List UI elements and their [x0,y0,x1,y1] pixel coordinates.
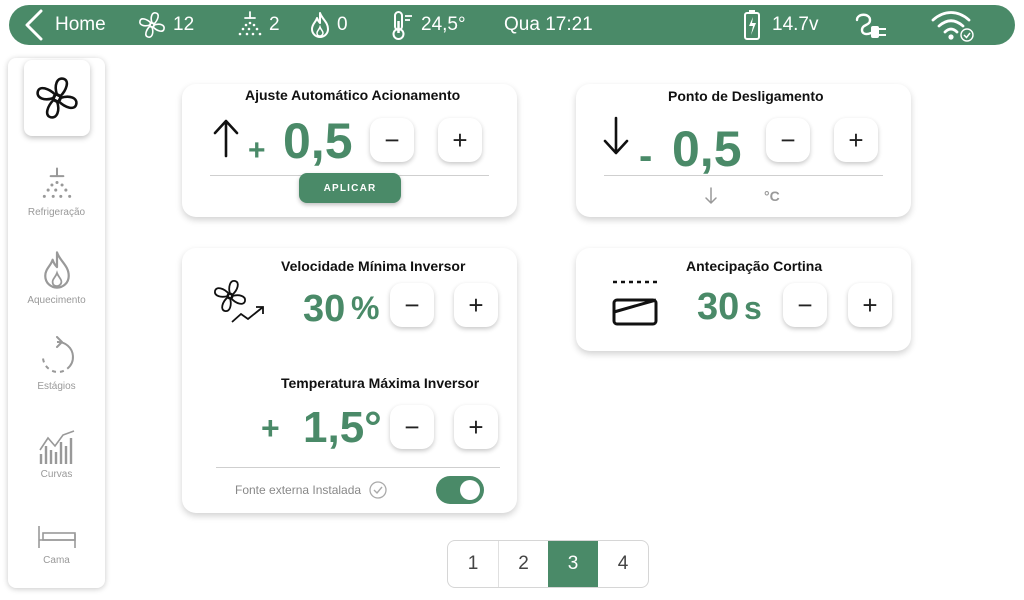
page-button-4[interactable]: 4 [598,541,648,587]
increase-button[interactable]: + [454,283,498,327]
decrease-button[interactable]: − [766,118,810,162]
page-button-2[interactable]: 2 [498,541,548,587]
sidebar-item-label: Estágios [37,381,76,392]
chart-icon [38,430,74,464]
check-circle-icon [369,481,387,499]
auto-adjust-card: Ajuste Automático Acionamento + 0,5 − + … [182,84,517,217]
max-temp-sign: + [261,410,280,446]
fan-icon [139,12,165,38]
temperature-unit: °C [764,188,780,204]
battery-voltage: 14.7v [772,14,819,35]
cooling-indicator: 2 [237,5,280,45]
max-temp-title: Temperatura Máxima Inversor [281,375,480,391]
shutdown-sign: - [639,134,653,178]
increase-button[interactable]: + [454,405,498,449]
decrease-button[interactable]: − [390,405,434,449]
curtain-unit: s [744,290,762,326]
home-button[interactable]: Home [23,5,106,45]
heating-indicator: 0 [309,5,348,45]
thermometer-icon [392,11,412,40]
pagination: 1 2 3 4 [447,540,649,588]
fans-count: 12 [173,14,195,35]
flame-icon [43,251,70,289]
shutdown-value: 0,5 [672,121,742,177]
power-indicator [854,5,890,45]
power-plug-icon [855,13,886,38]
temperature-value: 24,5° [421,14,466,35]
min-speed-unit: % [351,290,380,326]
arrow-up-icon [213,119,239,158]
toggle-knob [460,480,480,500]
increase-button[interactable]: + [848,283,892,327]
sidebar-item-stages[interactable]: Estágios [8,336,105,392]
temperature-indicator: 24,5° [389,5,466,45]
apply-button[interactable]: APLICAR [299,173,401,203]
sidebar-item-label: Cama [43,555,70,566]
refresh-icon [41,336,74,373]
increase-button[interactable]: + [834,118,878,162]
fan-speed-icon [214,280,264,323]
cooling-count: 2 [269,14,280,35]
page-button-1[interactable]: 1 [448,541,498,587]
external-source-toggle[interactable] [436,476,484,504]
auto-adjust-value: 0,5 [283,113,353,169]
inverter-card: Velocidade Mínima Inversor 30 % − + Temp… [182,248,517,513]
sidebar-item-label: Curvas [40,469,73,480]
bed-icon [37,526,76,548]
increase-button[interactable]: + [438,118,482,162]
min-speed-title: Velocidade Mínima Inversor [281,258,466,274]
decrease-button[interactable]: − [390,283,434,327]
decrease-button[interactable]: − [370,118,414,162]
curtain-card: Antecipação Cortina 30 s − + [576,248,911,351]
sprinkler-icon [42,167,71,198]
sidebar-item-ventilation[interactable] [24,60,90,136]
sidebar-item-label: Refrigeração [27,207,86,218]
datetime: Qua 17:21 [504,14,593,35]
card-title: Ajuste Automático Acionamento [245,87,461,103]
battery-indicator: 14.7v [742,5,818,45]
heating-count: 0 [337,14,348,35]
curtain-icon [612,280,658,326]
sidebar-item-bed[interactable]: Cama [8,522,105,566]
max-temp-value: 1,5° [303,403,382,452]
sprinkler-icon [238,11,262,36]
sidebar: Refrigeração Aquecimento Estágios Curvas [8,58,105,588]
auto-adjust-sign: + [248,134,266,167]
wifi-icon [931,11,974,42]
sidebar-item-heating[interactable]: Aquecimento [8,248,105,306]
sidebar-item-curves[interactable]: Curvas [8,428,105,480]
home-label: Home [55,14,106,35]
shutdown-point-card: Ponto de Desligamento - 0,5 − + °C [576,84,911,217]
card-title: Ponto de Desligamento [668,88,824,104]
sidebar-item-label: Aquecimento [27,295,86,306]
battery-icon [744,10,760,40]
arrow-down-small-icon [705,187,717,204]
decrease-button[interactable]: − [783,283,827,327]
page-button-3[interactable]: 3 [548,541,598,587]
sidebar-item-cooling[interactable]: Refrigeração [8,166,105,218]
wifi-indicator [929,5,975,45]
card-title: Antecipação Cortina [686,258,823,274]
status-bar: Home 12 2 0 24,5° Qua 17:21 14.7v [9,5,1015,45]
chevron-left-icon [25,9,43,41]
min-speed-value: 30 [303,288,346,330]
curtain-value: 30 [697,286,740,328]
fan-icon [36,77,78,119]
external-source-label: Fonte externa Instalada [235,483,362,497]
arrow-down-icon [603,116,629,155]
fans-indicator: 12 [137,5,194,45]
flame-icon [311,12,329,38]
